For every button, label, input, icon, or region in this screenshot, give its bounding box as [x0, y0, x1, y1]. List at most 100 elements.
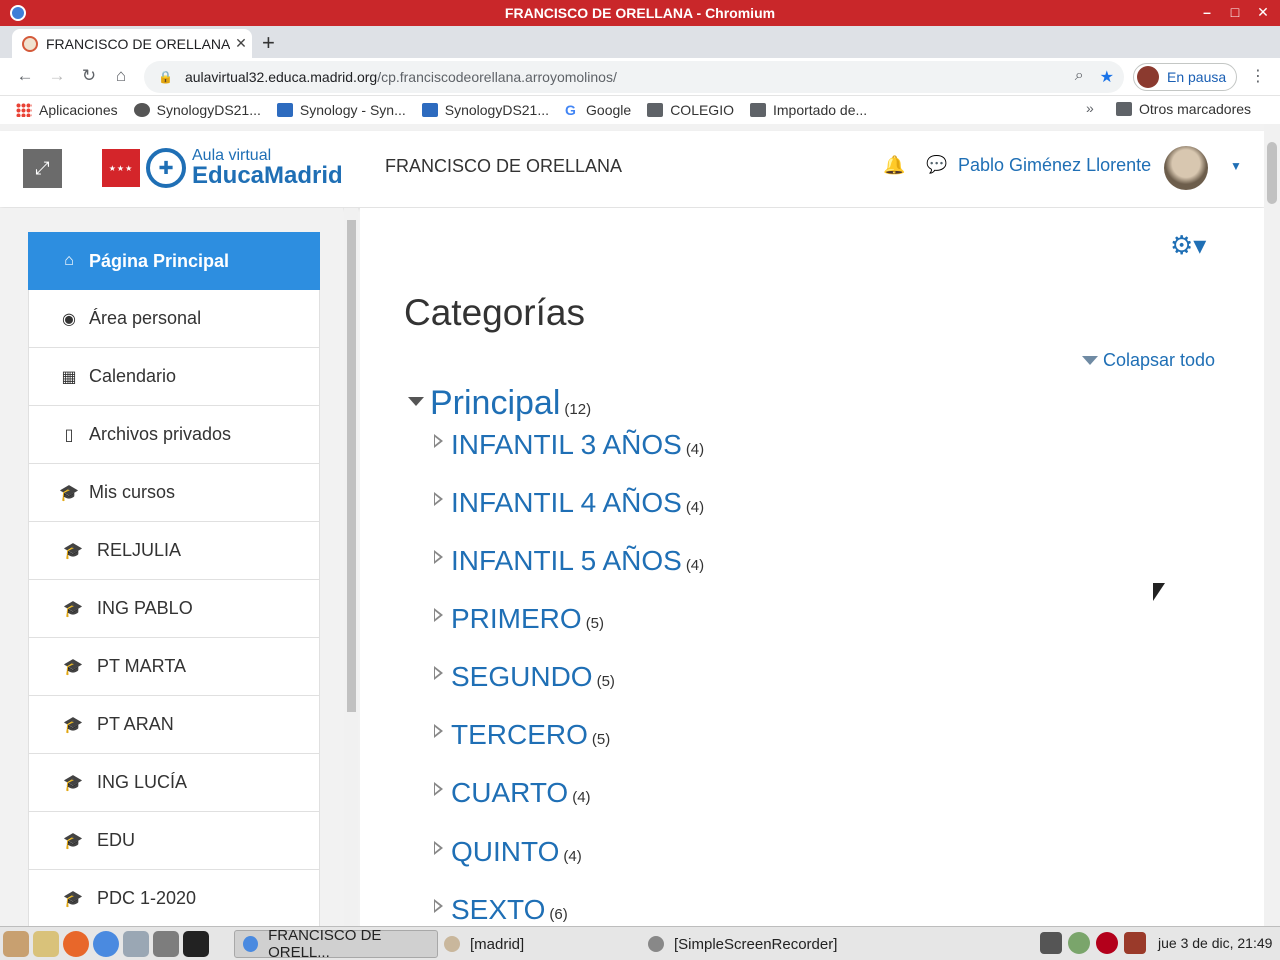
profile-button[interactable]: En pausa	[1133, 63, 1237, 91]
bookmark-synology-3[interactable]: SynologyDS21...	[421, 102, 549, 118]
nav-course-item[interactable]: 🎓 EDU	[28, 812, 320, 870]
screenshot-icon[interactable]	[153, 930, 179, 957]
category-link[interactable]: PRIMERO	[451, 603, 582, 635]
reload-icon[interactable]: ↻	[78, 66, 100, 86]
other-bookmarks[interactable]: Otros marcadores	[1116, 101, 1251, 117]
category-link[interactable]: CUARTO	[451, 777, 568, 809]
close-tab-icon[interactable]: ✕	[230, 35, 252, 52]
page-title: Categorías	[404, 292, 585, 333]
file-icon: ▯	[64, 426, 74, 444]
collapsed-triangle-icon[interactable]	[434, 492, 443, 506]
home-browser-icon[interactable]: ⌂	[110, 66, 132, 86]
collapsed-triangle-icon[interactable]	[434, 666, 443, 680]
category-link[interactable]: QUINTO	[451, 836, 559, 868]
expanded-triangle-icon[interactable]	[408, 397, 424, 406]
task-chromium[interactable]: FRANCISCO DE ORELL...	[234, 927, 438, 960]
firefox-icon[interactable]	[63, 930, 89, 957]
collapsed-triangle-icon[interactable]	[434, 550, 443, 564]
category-link[interactable]: Principal	[430, 384, 560, 423]
record-icon[interactable]	[1096, 932, 1118, 954]
settings-gear-icon[interactable]: ⚙▾	[1170, 230, 1206, 261]
page-scrollbar[interactable]	[1264, 124, 1280, 926]
collapsed-triangle-icon[interactable]	[434, 724, 443, 738]
menu-launcher-icon[interactable]	[3, 930, 29, 957]
category-item: INFANTIL 3 AÑOS (4)	[434, 429, 704, 461]
messages-chat-icon[interactable]: 💬	[926, 155, 947, 175]
category-link[interactable]: INFANTIL 5 AÑOS	[451, 545, 682, 577]
notifications-bell-icon[interactable]: 🔔	[883, 155, 905, 176]
update-icon[interactable]	[1068, 932, 1090, 954]
bookmark-google[interactable]: G Google	[565, 102, 631, 118]
site-name[interactable]: FRANCISCO DE ORELLANA	[385, 156, 622, 177]
graduation-cap-icon: 🎓	[63, 774, 83, 792]
minimize-icon[interactable]: –	[1200, 4, 1214, 21]
bookmarks-overflow-button[interactable]: »	[1086, 100, 1094, 116]
bookmark-synology-1[interactable]: SynologyDS21...	[133, 102, 261, 118]
collapse-all-link[interactable]: Colapsar todo	[1082, 350, 1215, 371]
nav-course-item[interactable]: 🎓 PDC 1-2020	[28, 870, 320, 926]
forward-icon[interactable]: →	[46, 66, 68, 86]
nav-item-home[interactable]: ⌂ Página Principal	[28, 232, 320, 290]
bookmark-importado[interactable]: Importado de...	[749, 102, 867, 118]
category-count: (5)	[591, 731, 611, 748]
nav-item-private-files[interactable]: ▯ Archivos privados	[28, 406, 320, 464]
nav-item-my-courses[interactable]: 🎓 Mis cursos	[28, 464, 320, 522]
user-menu-name[interactable]: Pablo Giménez Llorente	[958, 155, 1151, 176]
caret-down-icon[interactable]: ▼	[1230, 159, 1242, 173]
calendar-icon: ▦	[61, 368, 77, 386]
drawer-scroll-thumb[interactable]	[347, 220, 356, 712]
nav-course-item[interactable]: 🎓 ING PABLO	[28, 580, 320, 638]
collapsed-triangle-icon[interactable]	[434, 608, 443, 622]
drawer-toggle-icon[interactable]: ⤢	[23, 149, 62, 188]
task-screen-recorder[interactable]: [SimpleScreenRecorder]	[640, 930, 890, 958]
collapsed-triangle-icon[interactable]	[434, 434, 443, 448]
documents-icon[interactable]	[123, 930, 149, 957]
text-editor-icon[interactable]	[33, 930, 59, 957]
page-scroll-thumb[interactable]	[1267, 142, 1277, 204]
zoom-icon[interactable]: ⌕	[1075, 67, 1084, 87]
category-count: (4)	[563, 848, 582, 865]
bookmark-star-icon[interactable]: ★	[1100, 67, 1114, 87]
address-bar[interactable]: 🔒 aulavirtual32.educa.madrid.org /cp.fra…	[144, 61, 1124, 93]
network-icon[interactable]	[1040, 932, 1062, 954]
nav-list: ⌂ Página Principal ◉ Área personal ▦ Calend…	[28, 232, 320, 926]
bookmark-apps[interactable]: Aplicaciones	[16, 102, 118, 118]
nav-course-item[interactable]: 🎓 PT MARTA	[28, 638, 320, 696]
collapsed-triangle-icon[interactable]	[434, 782, 443, 796]
bookmark-synology-2[interactable]: Synology - Syn...	[276, 102, 406, 118]
task-madrid[interactable]: [madrid]	[436, 930, 626, 958]
bookmark-colegio[interactable]: COLEGIO	[647, 102, 734, 118]
google-icon: G	[565, 102, 576, 118]
close-window-icon[interactable]: ✕	[1256, 4, 1270, 21]
category-link[interactable]: SEXTO	[451, 894, 545, 926]
user-avatar[interactable]	[1164, 146, 1208, 190]
category-link[interactable]: SEGUNDO	[451, 661, 593, 693]
drawer-scrollbar[interactable]	[344, 208, 358, 926]
nav-course-item[interactable]: 🎓 PT ARAN	[28, 696, 320, 754]
chromium-launcher-icon[interactable]	[93, 930, 119, 957]
logo-line-2: EducaMadrid	[192, 162, 343, 189]
collapsed-triangle-icon[interactable]	[434, 899, 443, 913]
clock[interactable]: jue 3 de dic, 21:49	[1158, 935, 1272, 951]
nav-course-item[interactable]: 🎓 ING LUCÍA	[28, 754, 320, 812]
maximize-icon[interactable]: □	[1228, 4, 1242, 21]
educamadrid-logo[interactable]: ★★★ ✚ Aula virtual EducaMadrid	[102, 148, 343, 188]
graduation-cap-icon: 🎓	[63, 716, 83, 734]
graduation-cap-icon: 🎓	[59, 484, 79, 502]
volume-icon[interactable]	[1124, 932, 1146, 954]
nav-item-dashboard[interactable]: ◉ Área personal	[28, 290, 320, 348]
category-link[interactable]: INFANTIL 3 AÑOS	[451, 429, 682, 461]
lock-icon[interactable]: 🔒	[158, 70, 173, 84]
browser-menu-icon[interactable]: ⋮	[1250, 66, 1266, 86]
back-icon[interactable]: ←	[14, 66, 36, 86]
nav-item-calendar[interactable]: ▦ Calendario	[28, 348, 320, 406]
url-path: /cp.franciscodeorellana.arroyomolinos/	[377, 69, 617, 85]
nav-course-item[interactable]: 🎓 RELJULIA	[28, 522, 320, 580]
new-tab-icon[interactable]: +	[262, 30, 275, 56]
category-link[interactable]: TERCERO	[451, 719, 588, 751]
collapsed-triangle-icon[interactable]	[434, 841, 443, 855]
category-item: SEGUNDO (5)	[434, 661, 615, 693]
category-link[interactable]: INFANTIL 4 AÑOS	[451, 487, 682, 519]
browser-tab[interactable]: FRANCISCO DE ORELLANA ✕	[12, 29, 252, 58]
terminal-icon[interactable]	[183, 930, 209, 957]
